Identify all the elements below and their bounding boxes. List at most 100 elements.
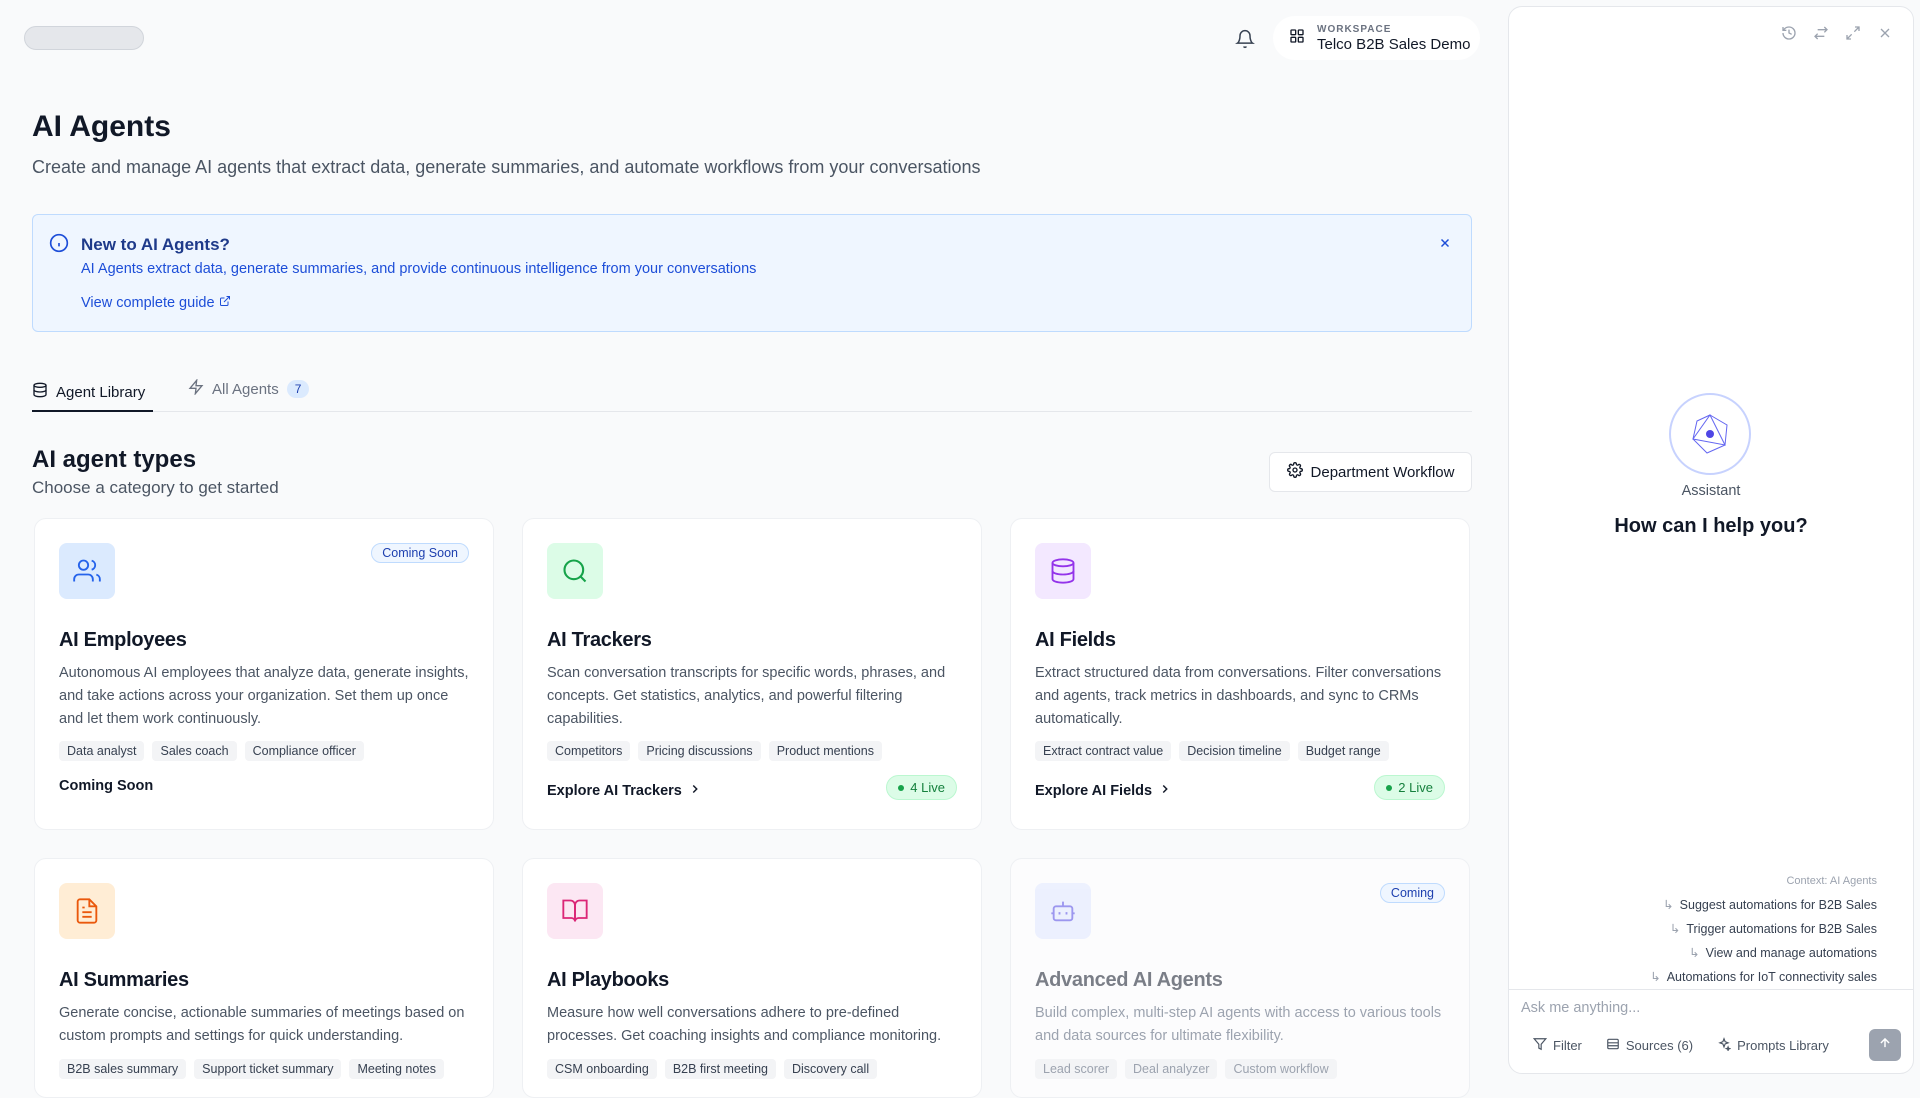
card-description: Build complex, multi-step AI agents with… [1035,1005,1442,1044]
return-arrow-icon: ↳ [1689,946,1700,960]
workspace-switcher[interactable]: WORKSPACE Telco B2B Sales Demo [1273,16,1480,60]
chevron-right-icon [1158,782,1172,800]
coming-soon-badge: Coming Soon [371,543,469,563]
info-banner-description: AI Agents extract data, generate summari… [81,261,757,277]
grid-icon [1289,28,1305,49]
tab-agent-library[interactable]: Agent Library [32,366,153,412]
return-arrow-icon: ↳ [1669,922,1681,936]
tab-label: Agent Library [56,383,146,401]
agents-count-badge: 7 [286,380,310,398]
card-ai-summaries[interactable]: AI Summaries Generate concise, actionabl… [34,858,494,1098]
guide-link[interactable]: View complete guide [81,295,231,311]
live-status-badge: 2 Live [1374,775,1445,800]
live-dot-icon [898,784,905,791]
department-workflow-label: Department Workflow [1310,463,1455,481]
tag: Custom workflow [1225,1059,1337,1079]
tag: Competitors [547,741,631,761]
chevron-right-icon [688,782,702,800]
info-banner: New to AI Agents? AI Agents extract data… [32,214,1472,332]
section-title: AI agent types [32,446,197,473]
stack-icon [1606,1037,1620,1054]
section-subtitle: Choose a category to get started [32,478,279,497]
info-icon [49,233,69,258]
suggestion-item[interactable]: ↳ Trigger automations for B2B Sales [1669,921,1877,937]
tag: Meeting notes [349,1059,444,1079]
assistant-panel: Assistant How can I help you? Context: A… [1508,6,1914,1074]
tab-bar: Agent Library All Agents 7 [32,366,1472,412]
send-button[interactable] [1869,1029,1901,1061]
card-tags: Lead scorer Deal analyzer Custom workflo… [1035,1059,1337,1079]
card-advanced-ai-agents[interactable]: Coming Advanced AI Agents Build complex,… [1010,858,1470,1098]
sources-label: Sources (6) [1625,1038,1694,1053]
notification-bell-icon[interactable] [1230,24,1260,54]
prompts-library-button[interactable]: Prompts Library [1717,1037,1829,1054]
card-ai-playbooks[interactable]: AI Playbooks Measure how well conversati… [522,858,982,1098]
card-description: Extract structured data from conversatio… [1035,665,1442,727]
tag: Decision timeline [1179,741,1290,761]
assistant-input[interactable]: Ask me anything... [1521,1000,1640,1016]
filter-icon [1532,1037,1548,1054]
external-link-icon [219,295,231,311]
suggestion-label: Automations for IoT connectivity sales [1666,969,1877,984]
prompts-library-label: Prompts Library [1737,1038,1829,1053]
main-content: WORKSPACE Telco B2B Sales Demo AI Agents… [0,0,1500,1098]
live-count: 2 Live [1398,780,1433,795]
tag: Sales coach [152,741,237,761]
document-icon [59,883,115,939]
close-banner-icon[interactable] [1435,233,1455,253]
live-status-badge: 4 Live [886,775,957,800]
search-placeholder-pill[interactable] [24,26,144,50]
expand-icon[interactable] [1845,25,1861,46]
gear-icon [1286,462,1303,482]
assistant-context: Context: AI Agents [1786,875,1877,887]
return-arrow-icon: ↳ [1650,970,1661,984]
tag: Discovery call [784,1059,878,1079]
card-title: AI Playbooks [547,969,669,991]
tag: Pricing discussions [638,741,761,761]
input-divider [1509,989,1913,990]
swap-icon[interactable] [1813,25,1829,46]
coming-badge: Coming [1379,883,1445,903]
explore-trackers-link[interactable]: Explore AI Trackers [547,782,702,800]
card-title: AI Trackers [547,629,652,651]
return-arrow-icon: ↳ [1663,898,1674,912]
guide-link-label[interactable]: View complete guide [81,295,215,311]
card-title: Advanced AI Agents [1035,969,1223,991]
card-tags: Data analyst Sales coach Compliance offi… [59,741,364,761]
suggestion-item[interactable]: ↳ Automations for IoT connectivity sales [1650,969,1877,985]
tab-all-agents[interactable]: All Agents 7 [188,374,310,404]
filter-button[interactable]: Filter [1532,1037,1582,1054]
book-icon [547,883,603,939]
tag: Product mentions [768,741,882,761]
live-dot-icon [1386,784,1393,791]
close-icon[interactable] [1877,25,1893,46]
sources-button[interactable]: Sources (6) [1606,1037,1693,1054]
card-ai-fields[interactable]: AI Fields Extract structured data from c… [1010,518,1470,830]
card-description: Generate concise, actionable summaries o… [59,1005,465,1044]
card-ai-trackers[interactable]: AI Trackers Scan conversation transcript… [522,518,982,830]
card-ai-employees[interactable]: Coming Soon AI Employees Autonomous AI e… [34,518,494,830]
suggestion-label: Suggest automations for B2B Sales [1679,897,1877,912]
history-icon[interactable] [1781,25,1797,46]
suggestion-item[interactable]: ↳ View and manage automations [1689,945,1877,961]
users-icon [59,543,115,599]
info-banner-title: New to AI Agents? [81,235,230,254]
cta-label: Explore AI Fields [1035,783,1153,799]
arrow-up-icon [1878,1036,1892,1055]
page-subtitle: Create and manage AI agents that extract… [32,157,981,177]
card-description: Scan conversation transcripts for specif… [547,665,946,727]
tag: Deal analyzer [1125,1059,1218,1079]
panel-toolbar [1781,25,1893,46]
card-title: AI Fields [1035,629,1116,651]
tag: Lead scorer [1035,1059,1118,1079]
tag: B2B first meeting [664,1059,776,1079]
assistant-greeting: How can I help you? [1614,515,1808,537]
tag: Budget range [1297,741,1389,761]
card-title: AI Employees [59,629,187,651]
explore-fields-link[interactable]: Explore AI Fields [1035,782,1172,800]
suggestion-item[interactable]: ↳ Suggest automations for B2B Sales [1663,897,1877,913]
workspace-label: WORKSPACE [1317,23,1392,35]
coming-soon-label: Coming Soon [59,778,154,794]
department-workflow-button[interactable]: Department Workflow [1269,452,1472,492]
tag: Support ticket summary [194,1059,342,1079]
